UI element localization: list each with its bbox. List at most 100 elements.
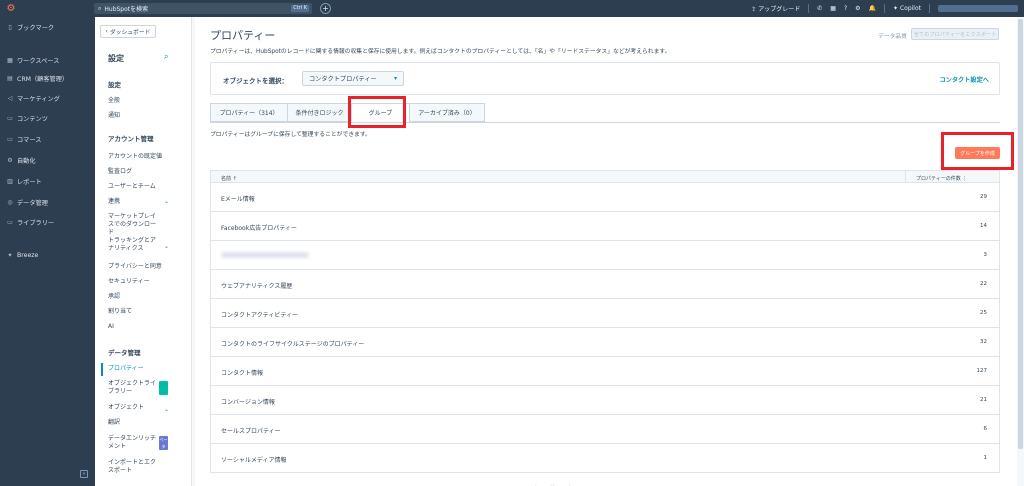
table-row[interactable]: Facebook広告プロパティー 14 (210, 212, 1000, 241)
phone-icon[interactable]: ✆ (817, 5, 822, 12)
highlight-groups-tab (348, 96, 406, 128)
settings-item[interactable]: ユーザーとチーム (108, 183, 173, 191)
chevron-down-icon[interactable]: ⌄ (164, 198, 169, 205)
caret-down-icon: ▾ (393, 75, 397, 82)
upgrade-button[interactable]: ⇪ アップグレード (751, 4, 800, 13)
tab-archived[interactable]: アーカイブ済み（0） (409, 103, 485, 122)
nav-item[interactable]: ▥ レポート (7, 177, 42, 186)
table-row[interactable]: コンタクト情報 127 (210, 357, 1000, 386)
create-plus-button[interactable]: + (320, 3, 331, 14)
settings-section-heading: 設定 (108, 81, 121, 89)
group-name[interactable]: セールスプロパティー (221, 426, 281, 435)
export-all-properties-button[interactable]: 全てのプロパティーをエクスポート (911, 28, 999, 40)
back-to-dashboard-button[interactable]: ‹ ダッシュボード (100, 25, 156, 38)
highlight-create-group-button (941, 132, 1014, 170)
page-scrollbar[interactable] (1017, 17, 1024, 486)
redacted-group-name (221, 252, 309, 258)
chevron-left-icon: ‹ (105, 28, 108, 35)
nav-item[interactable]: ▦ ワークスペース (7, 56, 59, 65)
object-select-dropdown[interactable]: コンタクトプロパティー ▾ (302, 71, 404, 86)
chevron-down-icon[interactable]: ⌄ (164, 243, 169, 250)
nav-item[interactable]: ◁ マーケティング (7, 94, 60, 103)
table-row[interactable]: Eメール情報 29 (210, 183, 1000, 212)
search-placeholder: HubSpotを検索 (104, 6, 149, 13)
group-name[interactable]: コンタクトのライフサイクルステージのプロパティー (221, 339, 364, 348)
settings-item[interactable]: データエンリッチメント (108, 435, 158, 451)
nav-item[interactable]: ▭ コンテンツ (7, 114, 48, 123)
nav-item[interactable]: ◎ データ管理 (7, 198, 48, 207)
table-row[interactable]: ソーシャルメディア情報 1 (210, 444, 1000, 473)
chevron-down-icon[interactable]: ⌄ (164, 406, 169, 413)
copilot-button[interactable]: ✦ Copilot (893, 5, 921, 12)
property-count: 6 (983, 426, 988, 432)
settings-item[interactable]: 監査ログ (108, 168, 173, 176)
nav-item-label: Breeze (17, 252, 39, 259)
account-menu[interactable] (938, 5, 1018, 12)
property-count: 29 (980, 194, 987, 200)
scroll-thumb[interactable] (1018, 19, 1023, 449)
group-name[interactable]: コンタクトアクティビティー (221, 310, 298, 319)
settings-item[interactable]: セキュリティー (108, 278, 173, 286)
table-row[interactable]: コンバージョン情報 21 (210, 386, 1000, 415)
beta-badge: ベータ (159, 436, 168, 450)
nav-item-label: 自動化 (17, 158, 36, 165)
collapse-nav-icon[interactable]: » (80, 470, 88, 478)
settings-item[interactable]: 通知 (108, 112, 173, 120)
group-name[interactable]: コンバージョン情報 (221, 397, 275, 406)
settings-item[interactable]: マーケットプレイスでのダウンロード (108, 213, 158, 237)
column-menu-icon: ⋮ (962, 176, 968, 182)
settings-item[interactable]: プライバシーと同意 (108, 263, 173, 271)
group-name[interactable]: Facebook広告プロパティー (221, 223, 297, 232)
table-row[interactable]: コンタクトのライフサイクルステージのプロパティー 32 (210, 328, 1000, 357)
table-row[interactable]: コンタクトアクティビティー 25 (210, 299, 1000, 328)
data-quality-link[interactable]: データ品質 (878, 31, 907, 40)
settings-item[interactable]: 承認 (108, 293, 173, 301)
global-search-input[interactable]: ⌕ HubSpotを検索 Ctrl K (94, 3, 312, 14)
settings-item[interactable]: アカウントの既定値 (108, 153, 173, 161)
settings-item[interactable]: AI (108, 323, 173, 331)
name-column-header[interactable]: 名前 ↑ (221, 175, 237, 182)
settings-sidebar: ‹ ダッシュボード 設定 ⌕ 設定 全般 通知 アカウント管理 アカウントの既定値 監査ロ… (95, 17, 192, 486)
nav-item-label: マーケティング (17, 96, 60, 103)
nav-item-icon: ⚙ (7, 157, 13, 164)
contact-settings-link[interactable]: コンタクト設定へ (940, 75, 990, 84)
nav-item-label: コンテンツ (17, 116, 48, 123)
nav-item[interactable]: ▭ ライブラリー (7, 218, 54, 227)
settings-gear-icon[interactable]: ⚙ (855, 5, 860, 12)
tab-conditional-logic[interactable]: 条件付きロジック (287, 103, 351, 122)
nav-item-label: コマース (17, 137, 42, 144)
settings-item[interactable]: インポートとエクスポート (108, 459, 158, 475)
marketplace-icon[interactable]: ▦ (830, 5, 836, 12)
nav-item-icon: ▭ (7, 115, 13, 122)
group-name[interactable]: ソーシャルメディア情報 (221, 455, 286, 464)
settings-item[interactable]: 割り当て (108, 308, 173, 316)
group-name[interactable]: コンタクト情報 (221, 368, 263, 377)
tab-properties[interactable]: プロパティー（314） (210, 103, 287, 122)
settings-item[interactable]: トラッキングとアナリティクス (108, 237, 158, 253)
hubspot-logo-icon[interactable]: ⚙ (0, 0, 22, 17)
page-title: プロパティー (210, 29, 276, 42)
group-name[interactable]: ウェブアナリティクス履歴 (221, 281, 292, 290)
search-shortcut: Ctrl K (291, 5, 309, 12)
settings-item[interactable]: 翻訳 (108, 419, 173, 427)
nav-item-label: レポート (17, 179, 42, 186)
nav-item[interactable]: ▤ CRM（顧客管理） (7, 74, 68, 83)
property-count: 21 (980, 397, 987, 403)
nav-item[interactable]: ▯ ブックマーク (7, 23, 54, 32)
divider (808, 4, 810, 13)
settings-item[interactable]: オブジェクトライブラリー (108, 380, 158, 396)
table-row[interactable]: ウェブアナリティクス履歴 22 (210, 270, 1000, 299)
nav-item[interactable]: ▭ コマース (7, 135, 41, 144)
table-row[interactable]: セールスプロパティー 6 (210, 415, 1000, 444)
notifications-bell-icon[interactable]: 🔔 (869, 5, 876, 12)
nav-item[interactable]: ✦ Breeze (7, 252, 38, 259)
settings-item[interactable]: プロパティー (108, 365, 173, 373)
settings-item[interactable]: 全般 (108, 97, 173, 105)
table-row[interactable]: 3 (210, 241, 1000, 270)
property-count: 32 (980, 339, 987, 345)
nav-item[interactable]: ⚙ 自動化 (7, 156, 36, 165)
help-icon[interactable]: ? (844, 5, 847, 12)
count-column-header[interactable]: プロパティーの件数 ⋮ (905, 171, 995, 182)
group-name[interactable]: Eメール情報 (221, 194, 255, 203)
settings-search-icon[interactable]: ⌕ (164, 52, 168, 62)
